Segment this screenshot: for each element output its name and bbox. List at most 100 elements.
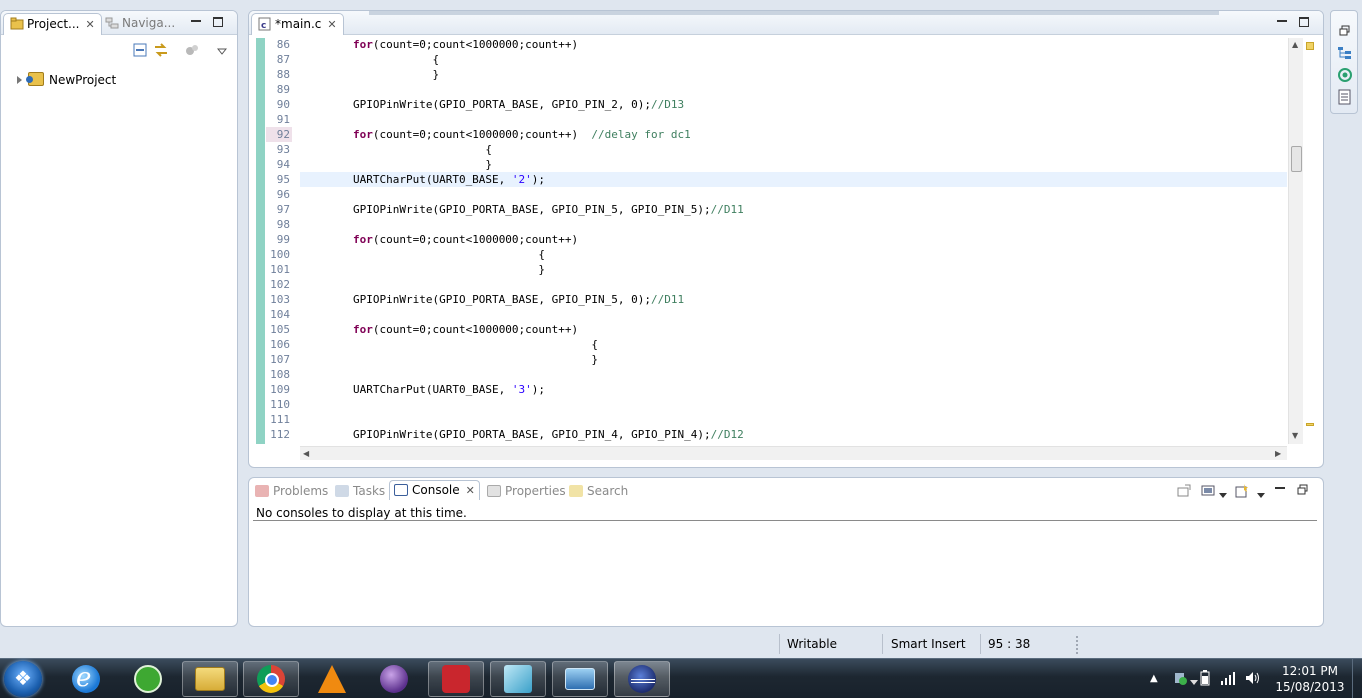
scroll-left-icon[interactable]: ◀ — [303, 449, 309, 458]
battery-icon[interactable] — [1200, 670, 1210, 689]
code-line[interactable]: for(count=0;count<1000000;count++) — [300, 322, 1287, 337]
filter-icon[interactable] — [185, 43, 199, 60]
code-line[interactable]: for(count=0;count<1000000;count++) — [300, 232, 1287, 247]
taskbar-app[interactable] — [490, 661, 546, 697]
close-icon[interactable]: ✕ — [86, 18, 95, 31]
code-line[interactable]: GPIOPinWrite(GPIO_PORTA_BASE, GPIO_PIN_4… — [300, 427, 1287, 442]
maximize-button[interactable] — [211, 15, 225, 29]
taskbar-eclipse-purple[interactable] — [366, 661, 422, 697]
display-console-icon[interactable] — [1201, 484, 1215, 501]
code-line[interactable]: GPIOPinWrite(GPIO_PORTA_BASE, GPIO_PIN_5… — [300, 202, 1287, 217]
tab-main-c[interactable]: c *main.c ✕ — [251, 13, 344, 35]
code-line[interactable]: { — [300, 337, 1287, 352]
outline-icon[interactable] — [1337, 45, 1353, 64]
code-line[interactable]: { — [300, 52, 1287, 67]
collapse-all-icon[interactable] — [133, 43, 147, 60]
tab-search[interactable]: Search — [569, 484, 628, 498]
code-line[interactable]: GPIOPinWrite(GPIO_PORTA_BASE, GPIO_PIN_5… — [300, 292, 1287, 307]
view-menu-icon[interactable] — [216, 45, 228, 59]
close-icon[interactable]: ✕ — [327, 18, 336, 31]
link-editor-icon[interactable] — [153, 42, 169, 61]
tab-problems-label: Problems — [273, 484, 329, 498]
code-line[interactable]: UARTCharPut(UART0_BASE, '2'); — [300, 172, 1287, 187]
taskbar-internet-explorer[interactable]: e — [58, 661, 114, 697]
line-number: 112 — [270, 428, 290, 441]
taskbar-chrome[interactable] — [243, 661, 299, 697]
restore-icon[interactable] — [1297, 484, 1309, 499]
code-line[interactable]: } — [300, 67, 1287, 82]
taskbar-network-tool[interactable] — [428, 661, 484, 697]
taskbar-utorrent[interactable] — [120, 661, 176, 697]
tab-project-explorer[interactable]: Project... ✕ — [3, 13, 102, 35]
line-number: 95 — [276, 173, 290, 186]
scrollbar-thumb[interactable] — [1291, 146, 1302, 172]
windows-start-icon[interactable] — [4, 661, 42, 697]
tab-properties[interactable]: Properties — [487, 484, 566, 498]
code-line[interactable] — [300, 277, 1287, 292]
line-number: 99 — [276, 233, 290, 246]
volume-icon[interactable] — [1244, 670, 1260, 689]
code-line[interactable]: { — [300, 142, 1287, 157]
dropdown-arrow-icon[interactable] — [1190, 675, 1198, 689]
restore-icon[interactable] — [1339, 25, 1351, 40]
line-number: 106 — [270, 338, 290, 351]
minimize-button[interactable] — [1275, 15, 1289, 29]
tab-console[interactable]: Console ✕ — [389, 480, 480, 500]
network-tray-icon[interactable] — [1172, 670, 1188, 689]
minimize-button[interactable] — [1273, 482, 1287, 496]
tab-navigator[interactable]: Naviga... — [99, 13, 181, 35]
code-editor[interactable]: for(count=0;count<1000000;count++) { } G… — [300, 37, 1287, 445]
taskbar-remote-desktop[interactable] — [552, 661, 608, 697]
overview-marker[interactable] — [1306, 42, 1314, 50]
expand-arrow-icon[interactable] — [17, 76, 22, 84]
code-line[interactable] — [300, 187, 1287, 202]
show-desktop-button[interactable] — [1352, 659, 1362, 698]
code-line[interactable]: for(count=0;count<1000000;count++) //del… — [300, 127, 1287, 142]
taskbar-eclipse-active[interactable] — [614, 661, 670, 697]
dropdown-arrow-icon[interactable] — [1257, 488, 1265, 502]
dropdown-arrow-icon[interactable] — [1219, 488, 1227, 502]
code-line[interactable]: } — [300, 352, 1287, 367]
minimize-button[interactable] — [189, 15, 203, 29]
tab-problems[interactable]: Problems — [255, 484, 328, 498]
show-hidden-icons-icon[interactable]: ▲ — [1150, 673, 1158, 684]
scroll-down-icon[interactable]: ▼ — [1292, 431, 1298, 440]
code-line[interactable] — [300, 112, 1287, 127]
open-console-icon[interactable] — [1177, 484, 1191, 501]
taskbar-file-explorer[interactable] — [182, 661, 238, 697]
line-number: 100 — [270, 248, 290, 261]
wifi-signal-icon[interactable] — [1220, 670, 1236, 689]
horizontal-scrollbar[interactable]: ◀ ▶ — [300, 446, 1287, 460]
close-icon[interactable]: ✕ — [466, 484, 475, 497]
task-list-icon[interactable] — [1337, 89, 1353, 108]
code-line[interactable] — [300, 307, 1287, 322]
code-line[interactable]: UARTCharPut(UART0_BASE, '3'); — [300, 382, 1287, 397]
console-icon — [394, 484, 408, 496]
line-number: 107 — [270, 353, 290, 366]
code-line[interactable]: for(count=0;count<1000000;count++) — [300, 37, 1287, 52]
system-clock[interactable]: 12:01 PM 15/08/2013 — [1274, 663, 1346, 695]
code-line[interactable]: GPIOPinWrite(GPIO_PORTA_BASE, GPIO_PIN_2… — [300, 97, 1287, 112]
code-line[interactable]: { — [300, 247, 1287, 262]
code-line[interactable] — [300, 367, 1287, 382]
tree-item-label: NewProject — [49, 73, 117, 87]
line-number: 94 — [276, 158, 290, 171]
maximize-button[interactable] — [1297, 15, 1311, 29]
scroll-right-icon[interactable]: ▶ — [1275, 449, 1281, 458]
code-line[interactable] — [300, 82, 1287, 97]
code-line[interactable]: } — [300, 157, 1287, 172]
code-line[interactable]: } — [300, 262, 1287, 277]
tree-item-newproject[interactable]: NewProject — [17, 72, 116, 88]
make-target-icon[interactable] — [1337, 67, 1353, 86]
code-line[interactable] — [300, 217, 1287, 232]
vertical-scrollbar[interactable]: ▲ ▼ — [1288, 38, 1303, 444]
tab-tasks[interactable]: Tasks — [335, 484, 385, 498]
new-console-icon[interactable] — [1235, 484, 1249, 501]
code-line[interactable] — [300, 397, 1287, 412]
overview-marker[interactable] — [1306, 423, 1314, 426]
scroll-up-icon[interactable]: ▲ — [1292, 40, 1298, 49]
line-number: 103 — [270, 293, 290, 306]
code-line[interactable] — [300, 412, 1287, 427]
taskbar-vlc[interactable] — [304, 661, 360, 697]
app-icon — [504, 665, 532, 693]
